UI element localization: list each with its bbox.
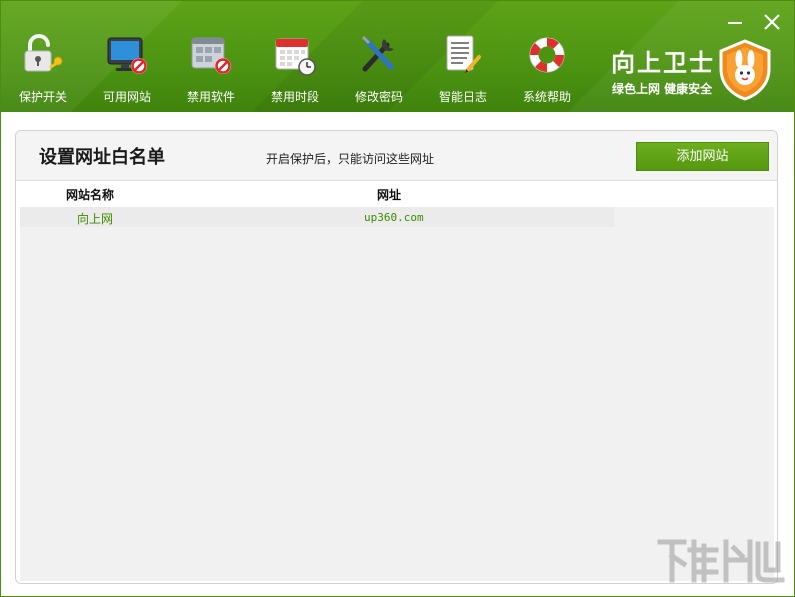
column-header-site-name: 网站名称: [66, 188, 115, 202]
toolbar-label: 可用网站: [102, 90, 151, 104]
app-window-block-icon: [191, 37, 231, 74]
header-bar: 保护开关 可用网站 禁用软件 禁用时段 修改密码 智能日志 系统帮助 向上卫士 …: [1, 1, 794, 112]
add-site-button[interactable]: 添加网站: [636, 142, 769, 171]
column-header-url: 网址: [377, 188, 402, 202]
wrench-screwdriver-icon: [361, 35, 394, 72]
brand-slogan: 绿色上网 健康安全: [612, 82, 713, 96]
toolbar-item-system-help[interactable]: 系统帮助: [505, 27, 589, 111]
panel-header: 设置网址白名单 开启保护后，只能访问这些网址 添加网站: [16, 131, 777, 181]
toolbar-item-blocked-software[interactable]: 禁用软件: [169, 27, 253, 111]
lifebuoy-icon: [529, 37, 565, 73]
toolbar-item-blocked-hours[interactable]: 禁用时段: [253, 27, 337, 111]
document-pencil-icon: [446, 35, 481, 73]
toolbar-label: 禁用时段: [270, 90, 319, 104]
brand-name: 向上卫士: [611, 49, 715, 77]
unlocked-padlock-key-icon: [24, 34, 63, 72]
toolbar-item-change-password[interactable]: 修改密码: [337, 27, 421, 111]
toolbar-label: 系统帮助: [522, 90, 571, 104]
calendar-clock-icon: [275, 38, 316, 76]
table-header: 网站名称 网址: [16, 182, 777, 206]
site-name-cell: 向上网: [77, 212, 114, 226]
minimize-icon[interactable]: [724, 11, 746, 33]
table-row[interactable]: 向上网 up360.com: [20, 207, 774, 227]
app-window: 保护开关 可用网站 禁用软件 禁用时段 修改密码 智能日志 系统帮助 向上卫士 …: [0, 0, 795, 597]
toolbar-label: 智能日志: [438, 90, 487, 104]
monitor-block-icon: [107, 37, 147, 74]
toolbar-label: 修改密码: [354, 90, 403, 104]
rabbit-shield-icon: [719, 39, 771, 101]
brand: 向上卫士 绿色上网 健康安全: [609, 39, 789, 103]
close-icon[interactable]: [761, 11, 783, 33]
toolbar-label: 保护开关: [18, 90, 67, 104]
toolbar-item-smart-log[interactable]: 智能日志: [421, 27, 505, 111]
watermark-logo: [657, 539, 785, 583]
page-title: 设置网址白名单: [39, 147, 165, 168]
whitelist-panel: 设置网址白名单 开启保护后，只能访问这些网址 添加网站 网站名称 网址 向上网 …: [15, 130, 778, 584]
toolbar-item-protection-switch[interactable]: 保护开关: [1, 27, 85, 111]
site-url-cell: up360.com: [364, 211, 424, 224]
toolbar-item-allowed-sites[interactable]: 可用网站: [85, 27, 169, 111]
panel-description: 开启保护后，只能访问这些网址: [266, 152, 435, 166]
site-list: 向上网 up360.com: [20, 207, 774, 581]
toolbar-label: 禁用软件: [186, 90, 235, 104]
toolbar: 保护开关 可用网站 禁用软件 禁用时段 修改密码 智能日志 系统帮助: [1, 27, 589, 111]
